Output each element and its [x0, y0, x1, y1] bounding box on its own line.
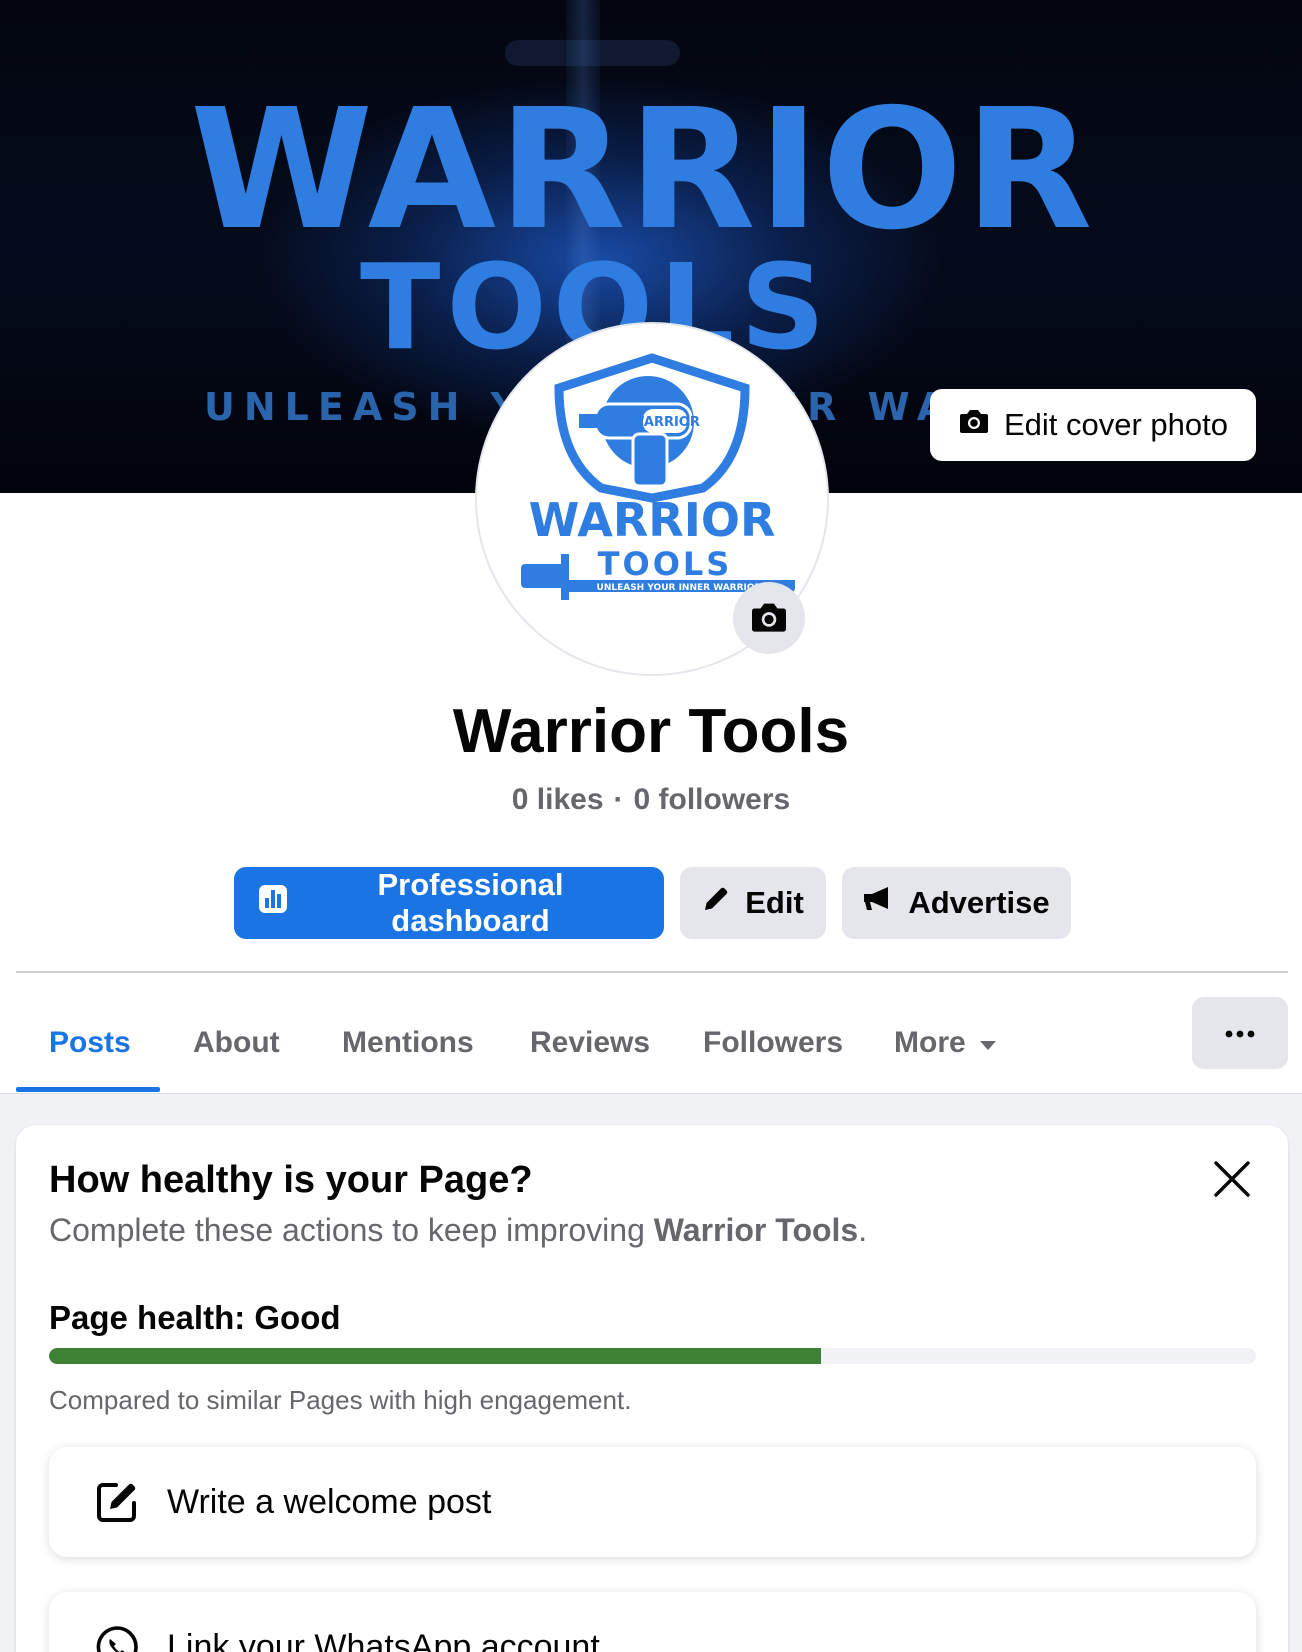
task-link-whatsapp[interactable]: Link your WhatsApp account	[49, 1592, 1256, 1652]
dashboard-icon	[258, 884, 288, 922]
logo-tagline: UNLEASH YOUR INNER WARRIOR	[597, 583, 762, 593]
advertise-label: Advertise	[908, 885, 1050, 920]
subtitle-page-name: Warrior Tools	[653, 1212, 859, 1248]
advertise-button[interactable]: Advertise	[841, 867, 1071, 939]
tab-about[interactable]: About	[160, 995, 313, 1091]
task-label: Link your WhatsApp account	[167, 1628, 600, 1652]
facebook-page-profile: WARRIOR TOOLS UNLEASH YOUR INNER WARRIOR…	[0, 0, 1302, 1652]
tab-posts[interactable]: Posts	[16, 995, 164, 1091]
likes-count[interactable]: 0 likes	[512, 783, 604, 816]
edit-label: Edit	[745, 885, 804, 920]
tab-followers[interactable]: Followers	[670, 995, 876, 1091]
logo-badge-text: WARRIOR	[630, 415, 700, 430]
logo-brand-word-1: WARRIOR	[529, 493, 776, 547]
task-write-welcome-post[interactable]: Write a welcome post	[49, 1447, 1256, 1557]
camera-icon	[749, 600, 789, 637]
page-tabs: Posts About Mentions Reviews Followers M…	[16, 995, 1288, 1092]
cover-brand-word-1: WARRIOR	[190, 74, 1095, 267]
caret-down-icon	[979, 1040, 996, 1050]
stats-separator: ·	[613, 783, 624, 816]
close-icon	[1213, 1160, 1251, 1201]
camera-icon	[958, 407, 990, 443]
edit-square-icon	[91, 1476, 143, 1528]
more-options-button[interactable]	[1192, 997, 1288, 1069]
page-actions: Professional dashboard Edit Advertise	[0, 867, 1302, 939]
health-card-title: How healthy is your Page?	[49, 1159, 533, 1201]
edit-cover-photo-button[interactable]: Edit cover photo	[930, 389, 1256, 461]
tab-reviews[interactable]: Reviews	[497, 995, 683, 1091]
professional-dashboard-button[interactable]: Professional dashboard	[233, 867, 664, 939]
active-tab-indicator	[16, 1087, 160, 1092]
professional-dashboard-label: Professional dashboard	[377, 867, 564, 938]
whatsapp-icon	[91, 1621, 143, 1652]
subtitle-text: Complete these actions to keep improving	[49, 1212, 654, 1248]
logo-brand-word-2: TOOLS	[598, 545, 733, 583]
edit-page-button[interactable]: Edit	[679, 867, 826, 939]
health-card-subtitle: Complete these actions to keep improving…	[49, 1208, 1229, 1252]
header-divider	[16, 971, 1288, 973]
cover-sword-guard-graphic	[505, 40, 680, 66]
tab-more[interactable]: More	[861, 995, 1029, 1091]
health-comparison-note: Compared to similar Pages with high enga…	[49, 1385, 632, 1415]
tab-mentions[interactable]: Mentions	[309, 995, 507, 1091]
page-health-progress-bar	[49, 1348, 1256, 1364]
megaphone-icon	[862, 884, 894, 922]
edit-cover-photo-label: Edit cover photo	[1003, 407, 1229, 442]
ellipsis-icon	[1225, 1026, 1255, 1041]
pencil-icon	[701, 884, 731, 922]
followers-count[interactable]: 0 followers	[634, 783, 791, 816]
task-label: Write a welcome post	[167, 1483, 492, 1521]
page-stats: 0 likes · 0 followers	[0, 780, 1302, 820]
tab-more-label: More	[894, 1026, 966, 1059]
close-health-card-button[interactable]	[1208, 1156, 1256, 1204]
page-health-progress-fill	[49, 1348, 822, 1364]
update-profile-picture-button[interactable]	[733, 582, 805, 654]
subtitle-suffix: .	[858, 1212, 868, 1248]
page-health-label: Page health: Good	[49, 1299, 341, 1336]
page-title: Warrior Tools	[452, 697, 850, 766]
